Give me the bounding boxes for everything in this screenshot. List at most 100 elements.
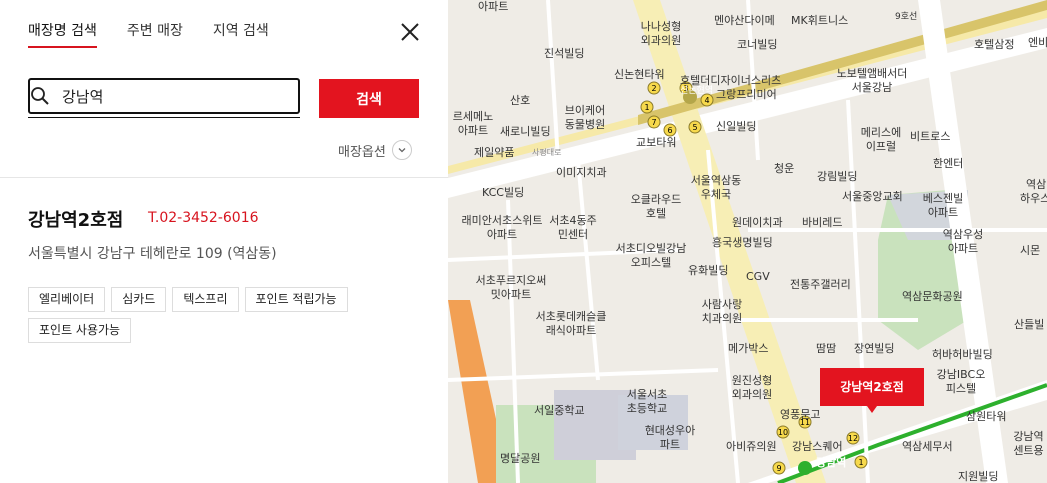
map-label: 강림빌딩 xyxy=(817,170,858,183)
svg-text:1: 1 xyxy=(858,458,863,467)
map-label: 서울중앙교회 xyxy=(842,190,903,203)
map-label: 장연빌딩 xyxy=(854,342,895,355)
map-label: 서초롯데캐슬클래식아파트 xyxy=(535,310,607,337)
store-options-label: 매장옵션 xyxy=(338,144,386,160)
chevron-down-icon xyxy=(391,140,412,160)
store-phone: T.02-3452-6016 xyxy=(148,210,259,226)
svg-text:2: 2 xyxy=(651,84,656,93)
svg-text:7: 7 xyxy=(651,118,656,127)
map-label: 아파트 xyxy=(478,0,509,13)
map-label: 한엔터 xyxy=(933,157,964,170)
map-label: 강남역 xyxy=(816,456,847,469)
map-label: 전통주갤러리 xyxy=(790,278,851,291)
map-label: 영풍문고 xyxy=(780,408,821,421)
map-label: 사평대로 xyxy=(532,148,562,157)
map-label: 산호 xyxy=(510,94,531,107)
close-icon[interactable] xyxy=(399,21,421,43)
map-label: 제일약품 xyxy=(474,146,515,159)
map-label: 새로니빌딩 xyxy=(500,125,551,138)
map-label: 원데이치과 xyxy=(732,216,783,229)
map-label: 서초디오빌강남오피스텔 xyxy=(615,242,687,269)
map-label: 역삼우성아파트 xyxy=(942,228,984,255)
store-name[interactable]: 강남역2호점 xyxy=(28,206,123,232)
map-label: 청운 xyxy=(774,162,795,175)
map-label: 유화빌딩 xyxy=(688,264,729,277)
map-label: 강남스퀘어 xyxy=(792,440,843,453)
map-label: 현대성우아파트 xyxy=(644,424,696,451)
map-label: 강남IBC오피스텔 xyxy=(936,368,986,395)
badge-point-use: 포인트 사용가능 xyxy=(28,318,132,343)
map-label: 강남역센트용 xyxy=(1013,430,1044,457)
badge-point-earn: 포인트 적립가능 xyxy=(244,287,348,312)
map-view[interactable]: 2 1 3 4 7 6 5 10 11 12 9 1 아파트 나나성형외과의원 … xyxy=(448,0,1047,483)
map-label: 역삼세무서 xyxy=(902,440,953,453)
tab-nearby-stores[interactable]: 주변 매장 xyxy=(127,20,183,48)
badge-tax-free: 텍스프리 xyxy=(172,287,239,312)
map-label: 산들빌 xyxy=(1014,318,1045,331)
store-options-toggle[interactable]: 매장옵션 xyxy=(338,140,412,160)
map-label: 이미지치과 xyxy=(556,166,607,179)
svg-text:9: 9 xyxy=(776,464,781,473)
map-label: 서울역삼동우체국 xyxy=(690,174,742,201)
map-label: 노보텔앰배서더서울강남 xyxy=(836,67,908,94)
svg-text:1: 1 xyxy=(644,103,649,112)
map-label: 신논현타워 xyxy=(614,68,665,81)
map-label: 래미안서초스위트아파트 xyxy=(461,214,543,241)
map-label: 코너빌딩 xyxy=(737,38,778,51)
map-label: 서초푸르지오써밋아파트 xyxy=(475,274,547,301)
map-label: 원진성형외과의원 xyxy=(731,374,773,401)
map-label: 진석빌딩 xyxy=(544,47,585,60)
search-tabs: 매장명 검색 주변 매장 지역 검색 xyxy=(28,20,299,50)
map-label: 9호선 xyxy=(895,12,918,22)
map-label: 시몬 xyxy=(1020,244,1041,257)
map-label: 나나성형외과의원 xyxy=(640,20,682,47)
tab-store-name-search[interactable]: 매장명 검색 xyxy=(28,20,97,48)
map-label: 베스젠빌아파트 xyxy=(922,192,964,219)
map-label: 역삼 xyxy=(1026,178,1047,191)
map-label: 호텔삼정 xyxy=(974,38,1015,51)
search-underline xyxy=(28,117,300,118)
map-label: 역삼문화공원 xyxy=(902,290,963,303)
badge-sim-card: 심카드 xyxy=(111,287,167,312)
map-label: MK휘트니스 xyxy=(791,14,849,27)
map-label: 삼원타워 xyxy=(966,410,1007,423)
map-label: 흥국생명빌딩 xyxy=(712,236,773,249)
search-input[interactable] xyxy=(62,85,282,107)
map-label: 르세메노아파트 xyxy=(452,110,494,137)
store-address: 서울특별시 강남구 테헤란로 109 (역삼동) xyxy=(28,246,277,262)
svg-text:12: 12 xyxy=(848,434,858,443)
map-label: 땀땀 xyxy=(816,342,837,355)
map-label: 교보타워 xyxy=(636,136,677,149)
svg-text:10: 10 xyxy=(778,428,788,437)
divider xyxy=(0,177,448,178)
map-label: 엔비 xyxy=(1028,36,1047,49)
map-label: 아비쥬의원 xyxy=(726,440,777,453)
tab-region-search[interactable]: 지역 검색 xyxy=(213,20,269,48)
map-label: 서초4동주민센터 xyxy=(549,214,597,241)
map-label: 메리스에이프럴 xyxy=(860,126,902,153)
store-map-marker[interactable]: 강남역2호점 xyxy=(820,368,924,413)
marker-pointer xyxy=(867,406,877,413)
svg-text:5: 5 xyxy=(692,123,697,132)
map-label: 하우스 xyxy=(1020,192,1047,205)
map-label: 신논현역 xyxy=(680,86,714,96)
map-label: 그랑프리미어 xyxy=(716,88,777,101)
map-label: 허바허바빌딩 xyxy=(932,348,993,361)
map-label: 브이케어동물병원 xyxy=(564,104,606,131)
map-label: 지원빌딩 xyxy=(958,470,999,483)
map-label: 메가박스 xyxy=(728,342,769,355)
map-label: 서울서초초등학교 xyxy=(626,388,668,415)
badge-elevator: 엘리베이터 xyxy=(28,287,106,312)
map-label: 사람사랑치과의원 xyxy=(701,298,743,325)
search-icon xyxy=(31,87,49,105)
store-feature-badges: 엘리베이터 심카드 텍스프리 포인트 적립가능 포인트 사용가능 xyxy=(28,287,358,343)
map-label: 서일중학교 xyxy=(534,404,585,417)
map-label: KCC빌딩 xyxy=(482,186,525,199)
search-button[interactable]: 검색 xyxy=(319,79,419,118)
map-label: 멘야산다이메 xyxy=(714,14,775,27)
map-label: 비트로스 xyxy=(910,130,951,143)
map-label: 명달공원 xyxy=(500,452,541,465)
store-marker-label: 강남역2호점 xyxy=(840,380,904,394)
map-label: CGV xyxy=(746,270,770,283)
store-search-panel: 매장명 검색 주변 매장 지역 검색 검색 매장옵션 강남역2호점 T.02-3… xyxy=(0,0,448,483)
